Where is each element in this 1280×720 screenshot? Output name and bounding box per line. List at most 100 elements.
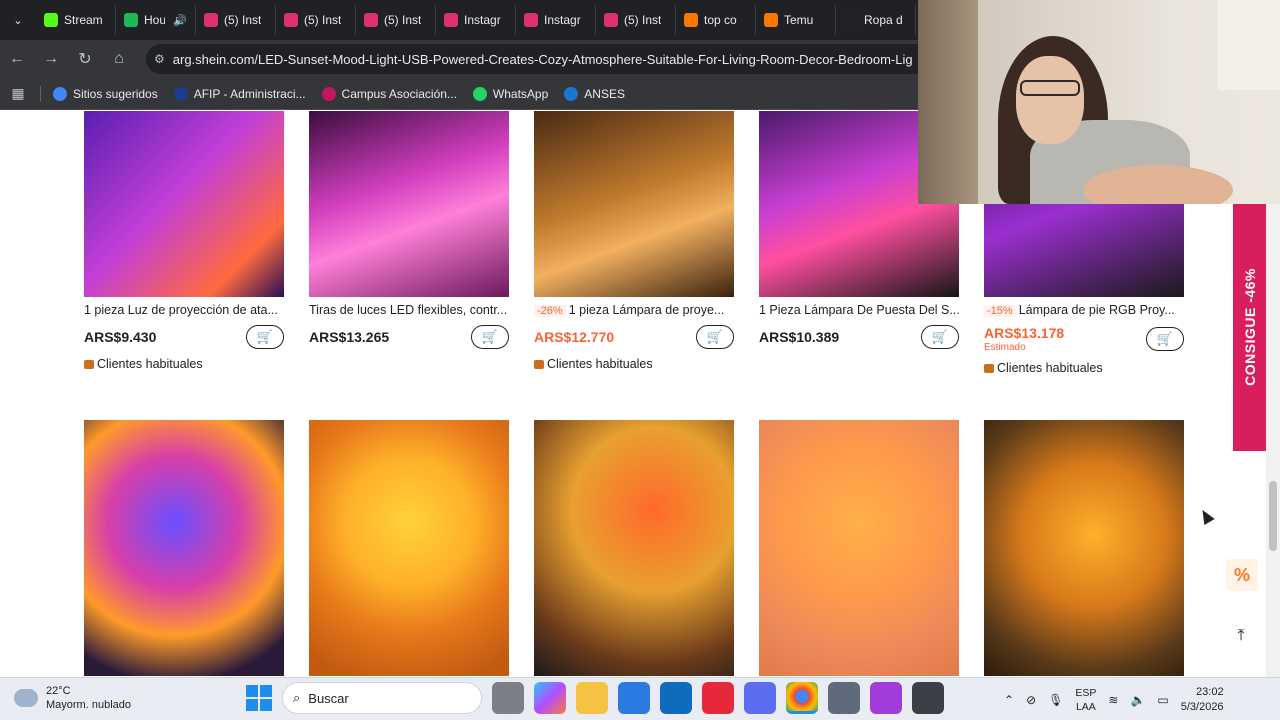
browser-tab[interactable]: (5) Inst (196, 5, 276, 35)
tray-chevron-up-icon[interactable]: ⌃ (1004, 693, 1014, 707)
home-icon[interactable]: ⌂ (102, 42, 136, 76)
windows-start-icon[interactable] (246, 685, 272, 711)
clock[interactable]: 23:02 5/3/2026 (1181, 685, 1224, 715)
store-icon[interactable] (618, 682, 650, 714)
browser-tab[interactable]: Instagr (436, 5, 516, 35)
cloud-icon (14, 689, 38, 707)
site-info-icon[interactable]: ⚙ (154, 52, 165, 66)
estimated-label: Estimado (984, 342, 1026, 353)
product-image[interactable] (759, 420, 959, 676)
bookmark-item[interactable]: WhatsApp (465, 86, 556, 101)
outlook-icon[interactable] (660, 682, 692, 714)
browser-tab[interactable]: Ropa d (836, 5, 916, 35)
product-image[interactable] (309, 111, 509, 297)
product-title[interactable]: 1 pieza Luz de proyección de ata... (84, 303, 284, 319)
price-row: ARS$13.178 Estimado 🛒 (984, 325, 1184, 353)
add-to-cart-icon[interactable]: 🛒 (1146, 327, 1184, 351)
product-title[interactable]: -15% Lámpara de pie RGB Proy... (984, 303, 1184, 319)
tab-favicon-icon (524, 13, 538, 27)
browser-tab[interactable]: (5) Inst (596, 5, 676, 35)
back-arrow-icon[interactable]: ← (0, 42, 34, 76)
settings-gear-icon[interactable] (828, 682, 860, 714)
forward-arrow-icon[interactable]: → (34, 42, 68, 76)
product-title-text: Tiras de luces LED flexibles, contr... (309, 303, 508, 317)
browser-tab[interactable]: Temu (756, 5, 836, 35)
add-to-cart-icon[interactable]: 🛒 (696, 325, 734, 349)
volume-icon[interactable]: 🔈 (1130, 693, 1145, 707)
product-image[interactable] (534, 420, 734, 676)
bookmark-item[interactable]: Sitios sugeridos (45, 86, 166, 101)
product-card[interactable]: Tiras de luces LED flexibles, contr... AR… (309, 111, 509, 349)
browser-tab[interactable]: (5) Inst (276, 5, 356, 35)
tab-label: (5) Inst (224, 13, 262, 27)
browser-tab[interactable]: Stream (36, 5, 116, 35)
weather-widget[interactable]: 22°C Mayorm. nublado (14, 684, 131, 712)
bookmark-favicon-icon (321, 86, 336, 101)
bookmark-item[interactable]: AFIP - Administraci... (166, 86, 314, 101)
clock-time: 23:02 (1196, 685, 1224, 698)
product-title[interactable]: Tiras de luces LED flexibles, contr... (309, 303, 509, 319)
browser-tab[interactable]: top co (676, 5, 756, 35)
club-label: Clientes habituales (997, 361, 1103, 375)
add-to-cart-icon[interactable]: 🛒 (246, 325, 284, 349)
tab-label: (5) Inst (384, 13, 422, 27)
club-icon (84, 359, 94, 369)
lang-layout: LAA (1075, 700, 1096, 713)
product-image[interactable] (534, 111, 734, 297)
youtube-icon[interactable] (702, 682, 734, 714)
club-label: Clientes habituales (97, 357, 203, 371)
language-indicator[interactable]: ESP LAA (1075, 686, 1096, 714)
tab-favicon-icon (604, 13, 618, 27)
instagram-icon[interactable] (870, 682, 902, 714)
add-to-cart-icon[interactable]: 🛒 (471, 325, 509, 349)
discount-percent-icon[interactable]: % (1226, 559, 1258, 591)
promo-side-tab[interactable]: CONSIGUE -46% (1233, 203, 1266, 451)
tab-audio-icon[interactable]: 🔊 (173, 14, 187, 27)
screen: ⌄ Stream Hou 🔊 (5) Inst (5) Inst (5) Inst Inst… (0, 0, 1280, 720)
product-card[interactable]: -26% 1 pieza Lámpara de proye... ARS$12.77… (534, 111, 734, 371)
scrollbar-thumb[interactable] (1269, 481, 1277, 551)
battery-icon[interactable]: ▭ (1157, 693, 1168, 707)
system-tray: ⌃ ⊘ 🎙 ESP LAA ≋ 🔈 ▭ 23:02 5/3/2026 (1004, 678, 1224, 720)
task-view-icon[interactable] (492, 682, 524, 714)
product-card[interactable]: 1 pieza Luz de proyección de ata... ARS$9… (84, 111, 284, 371)
back-to-top-icon[interactable]: ⤒ (1228, 623, 1254, 649)
lang-code: ESP (1075, 686, 1097, 699)
product-price: ARS$10.389 (759, 329, 840, 345)
microphone-icon[interactable]: 🎙 (1048, 693, 1063, 707)
bookmarks-list: Sitios sugeridos AFIP - Administraci... Ca… (45, 86, 633, 101)
browser-tab[interactable]: Hou 🔊 (116, 5, 196, 35)
product-image[interactable] (984, 420, 1184, 676)
webcam-person-glasses (1020, 80, 1080, 96)
product-title[interactable]: 1 Pieza Lámpara De Puesta Del S... (759, 303, 959, 319)
bookmark-item[interactable]: Campus Asociación... (314, 86, 465, 101)
copilot-icon[interactable] (534, 682, 566, 714)
tab-label: Temu (784, 13, 814, 27)
apps-grid-icon[interactable]: ▦ (0, 85, 36, 102)
tab-favicon-icon (364, 13, 378, 27)
bookmark-favicon-icon (472, 86, 487, 101)
add-to-cart-icon[interactable]: 🛒 (921, 325, 959, 349)
file-explorer-icon[interactable] (576, 682, 608, 714)
browser-tab[interactable]: (5) Inst (356, 5, 436, 35)
club-label: Clientes habituales (547, 357, 653, 371)
obs-icon[interactable] (912, 682, 944, 714)
network-off-icon[interactable]: ⊘ (1026, 693, 1036, 707)
wifi-icon[interactable]: ≋ (1108, 693, 1118, 707)
price-row: ARS$13.265 🛒 (309, 325, 509, 349)
product-image[interactable] (309, 420, 509, 676)
tab-label: Stream (64, 13, 103, 27)
bookmark-item[interactable]: ANSES (556, 86, 633, 101)
tab-search-chevron-icon[interactable]: ⌄ (0, 0, 36, 40)
product-title[interactable]: -26% 1 pieza Lámpara de proye... (534, 303, 734, 319)
app-icon[interactable] (744, 682, 776, 714)
product-image[interactable] (84, 111, 284, 297)
bookmarks-divider (40, 85, 41, 102)
chrome-icon[interactable] (786, 682, 818, 714)
taskbar-search[interactable]: ⌕ Buscar (282, 682, 482, 714)
search-placeholder: Buscar (308, 690, 349, 706)
product-image[interactable] (84, 420, 284, 676)
windows-taskbar: 22°C Mayorm. nublado ⌕ Buscar ⌃ ⊘ 🎙 ESP … (0, 677, 1280, 720)
browser-tab[interactable]: Instagr (516, 5, 596, 35)
reload-icon[interactable]: ↻ (68, 42, 102, 76)
